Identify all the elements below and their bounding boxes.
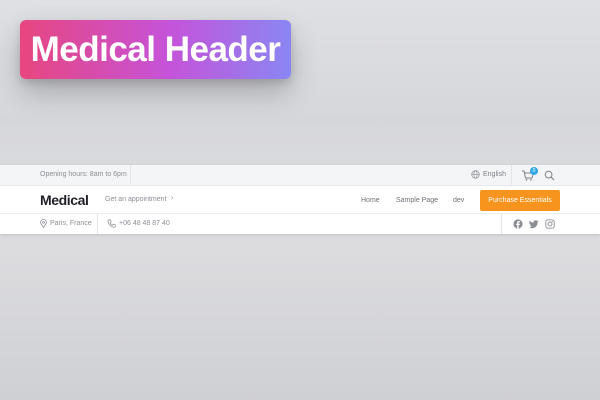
language-label: English [483, 171, 506, 178]
instagram-icon[interactable] [545, 219, 555, 229]
title-badge-label: Medical Header [30, 29, 281, 69]
opening-hours: Opening hours: 8am to 6pm [40, 171, 127, 178]
logo[interactable]: Medical [40, 192, 89, 208]
search-icon[interactable] [544, 170, 555, 181]
location: Paris, France [40, 219, 92, 228]
nav-dev[interactable]: dev [453, 197, 464, 204]
bottom-bar: Paris, France +06 48 48 87 40 [0, 214, 600, 234]
nav-sample-page[interactable]: Sample Page [396, 197, 438, 204]
nav-home[interactable]: Home [361, 197, 380, 204]
main-bar: Medical Get an appointment › Home Sample… [0, 186, 600, 214]
top-bar: Opening hours: 8am to 6pm English 0 [0, 165, 600, 186]
divider [511, 165, 512, 185]
phone[interactable]: +06 48 48 87 40 [107, 219, 170, 228]
divider [501, 214, 502, 234]
language-switcher[interactable]: English [471, 170, 506, 179]
header-preview: Opening hours: 8am to 6pm English 0 Medi… [0, 165, 600, 234]
phone-label: +06 48 48 87 40 [119, 220, 170, 227]
globe-icon [471, 170, 480, 179]
purchase-essentials-button[interactable]: Purchase Essentials [480, 190, 560, 211]
location-label: Paris, France [50, 220, 92, 227]
facebook-icon[interactable] [513, 219, 523, 229]
cart-count-badge: 0 [530, 167, 538, 175]
map-pin-icon [40, 219, 47, 228]
title-badge: Medical Header [20, 20, 291, 79]
twitter-icon[interactable] [529, 219, 539, 229]
chevron-right-icon: › [171, 195, 174, 202]
appointment-link[interactable]: Get an appointment [105, 196, 167, 203]
divider [97, 214, 98, 234]
divider [130, 165, 131, 185]
phone-icon [107, 219, 116, 228]
